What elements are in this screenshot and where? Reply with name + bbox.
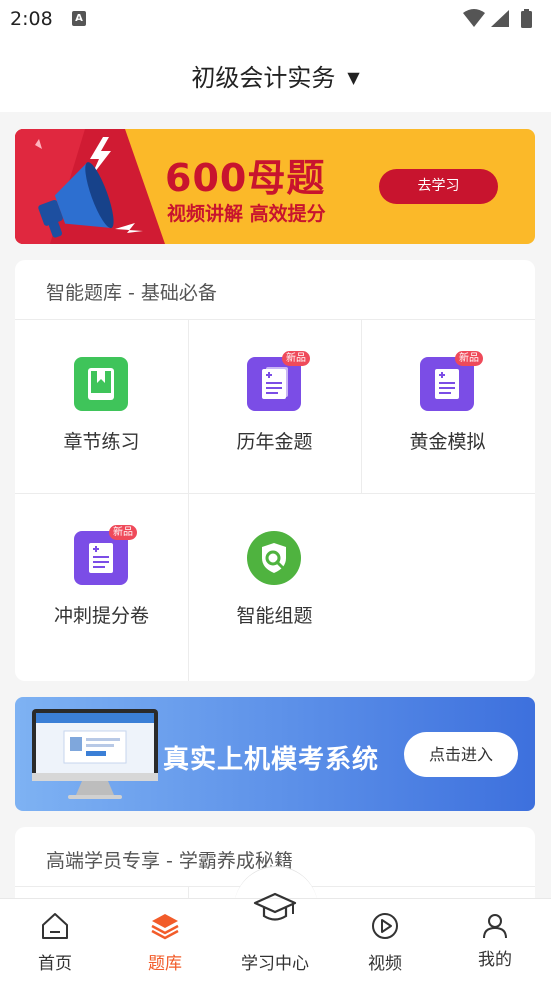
promo-title: 600母题 xyxy=(165,156,326,200)
status-bar: 2:08 A xyxy=(0,0,551,38)
grid-item-chapter-practice[interactable]: 章节练习 xyxy=(15,320,188,493)
grid-item-label: 历年金题 xyxy=(236,431,313,453)
document-icon: 新品 xyxy=(74,525,137,585)
grid-item-label: 章节练习 xyxy=(63,431,140,453)
new-badge: 新品 xyxy=(282,351,310,366)
tab-label: 视频 xyxy=(368,954,402,974)
grid-item-label: 黄金模拟 xyxy=(409,431,486,453)
premium-section-title: 高端学员专享 - 学霸养成秘籍 xyxy=(46,850,293,872)
promo-banner[interactable]: 600母题 视频讲解 高效提分 去学习 xyxy=(15,129,535,244)
question-bank-title: 智能题库 - 基础必备 xyxy=(46,282,217,304)
enter-exam-button[interactable]: 点击进入 xyxy=(404,732,518,777)
grid-item-gold-mock[interactable]: 新品 黄金模拟 xyxy=(361,320,534,493)
wifi-icon xyxy=(463,9,485,27)
grid-item-smart-compose[interactable]: 智能组题 xyxy=(188,494,361,667)
promo-subtitle: 视频讲解 高效提分 xyxy=(167,203,326,225)
tab-question-bank[interactable]: 题库 xyxy=(110,899,220,981)
graduation-cap-icon xyxy=(253,892,297,921)
signal-icon xyxy=(491,10,509,27)
go-study-button[interactable]: 去学习 xyxy=(379,169,498,204)
tab-learning-center[interactable]: 学习中心 xyxy=(220,892,330,981)
course-title: 初级会计实务 xyxy=(191,64,336,92)
grid-item-label: 智能组题 xyxy=(236,605,313,627)
mock-exam-title: 真实上机模考系统 xyxy=(163,745,380,775)
mock-exam-banner[interactable]: 真实上机模考系统 点击进入 xyxy=(15,697,535,811)
header: 初级会计实务 ▼ xyxy=(0,38,551,112)
grid-item-past-exams[interactable]: 新品 历年金题 xyxy=(188,320,361,493)
battery-icon xyxy=(521,9,532,28)
grid-item-sprint-paper[interactable]: 新品 冲刺提分卷 xyxy=(15,494,188,667)
monitor-illustration xyxy=(32,709,158,799)
notification-a-icon: A xyxy=(72,11,86,26)
document-icon: 新品 xyxy=(420,351,483,411)
book-icon xyxy=(74,357,128,411)
tab-label: 题库 xyxy=(148,954,182,974)
new-badge: 新品 xyxy=(455,351,483,366)
grid-item-label: 冲刺提分卷 xyxy=(53,605,149,627)
play-circle-icon xyxy=(372,913,398,939)
status-icons xyxy=(463,9,532,28)
caret-down-icon: ▼ xyxy=(347,68,360,87)
layers-icon xyxy=(151,914,179,940)
shield-search-icon xyxy=(247,531,301,585)
user-icon xyxy=(483,914,507,939)
tab-label: 学习中心 xyxy=(241,954,309,974)
status-time: 2:08 xyxy=(10,8,53,30)
question-bank-card: 智能题库 - 基础必备 章节练习 新品 历年金题 新品 黄金模拟 新品 冲刺提分… xyxy=(15,260,535,681)
megaphone-illustration xyxy=(15,129,165,244)
tab-label: 首页 xyxy=(38,954,72,974)
new-badge: 新品 xyxy=(109,525,137,540)
tab-profile[interactable]: 我的 xyxy=(440,899,550,981)
course-selector[interactable]: 初级会计实务 ▼ xyxy=(0,58,551,93)
document-icon: 新品 xyxy=(247,351,310,411)
tab-home[interactable]: 首页 xyxy=(0,899,110,981)
bottom-tab-bar: 首页 题库 学习中心 视频 我的 xyxy=(0,892,551,981)
tab-label: 我的 xyxy=(478,950,512,970)
home-icon xyxy=(42,913,68,939)
tab-video[interactable]: 视频 xyxy=(330,899,440,981)
